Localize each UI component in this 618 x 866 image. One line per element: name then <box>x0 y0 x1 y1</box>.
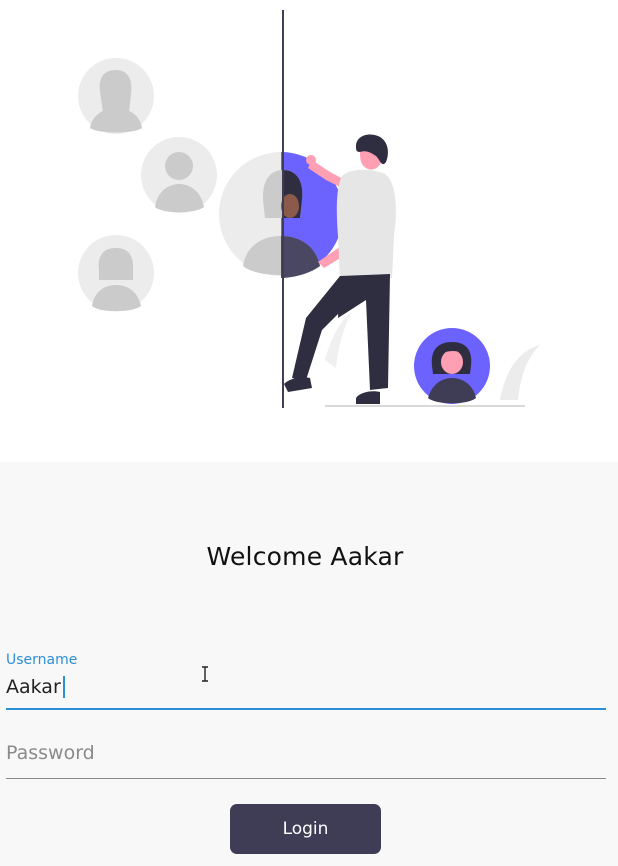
avatar-icon <box>78 235 154 312</box>
password-field[interactable] <box>6 722 606 780</box>
avatar-icon <box>78 58 154 134</box>
text-cursor <box>63 676 65 698</box>
woman-avatar-icon <box>414 328 490 404</box>
illustration-panel <box>0 0 618 462</box>
welcome-heading: Welcome Aakar <box>206 542 404 571</box>
avatar-icon <box>141 137 217 213</box>
username-input[interactable] <box>6 674 606 700</box>
username-label: Username <box>6 652 78 668</box>
ibeam-cursor-icon <box>202 666 208 682</box>
login-screen: Welcome Aakar Username Login <box>0 0 618 866</box>
password-input[interactable] <box>6 740 606 766</box>
password-underline <box>6 778 606 779</box>
login-form: Welcome Aakar Username Login <box>0 462 618 866</box>
username-field[interactable]: Username <box>6 652 606 710</box>
login-button[interactable]: Login <box>230 804 381 854</box>
user-selection-illustration <box>78 10 540 408</box>
username-underline <box>6 708 606 710</box>
